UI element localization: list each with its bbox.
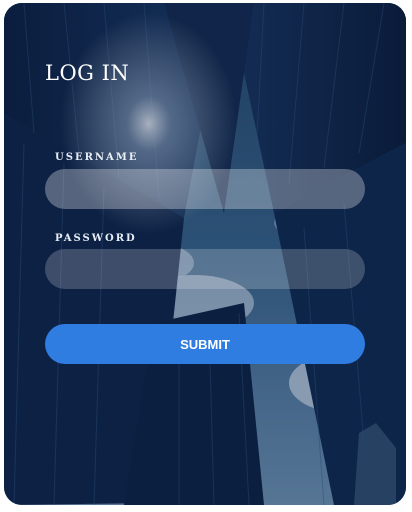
login-card: LOG IN USERNAME PASSWORD SUBMIT — [4, 3, 406, 505]
username-input[interactable] — [45, 169, 365, 209]
password-label: PASSWORD — [55, 233, 137, 244]
username-label: USERNAME — [55, 152, 139, 163]
password-input[interactable] — [45, 249, 365, 289]
login-title: LOG IN — [45, 61, 130, 85]
submit-button[interactable]: SUBMIT — [45, 324, 365, 364]
